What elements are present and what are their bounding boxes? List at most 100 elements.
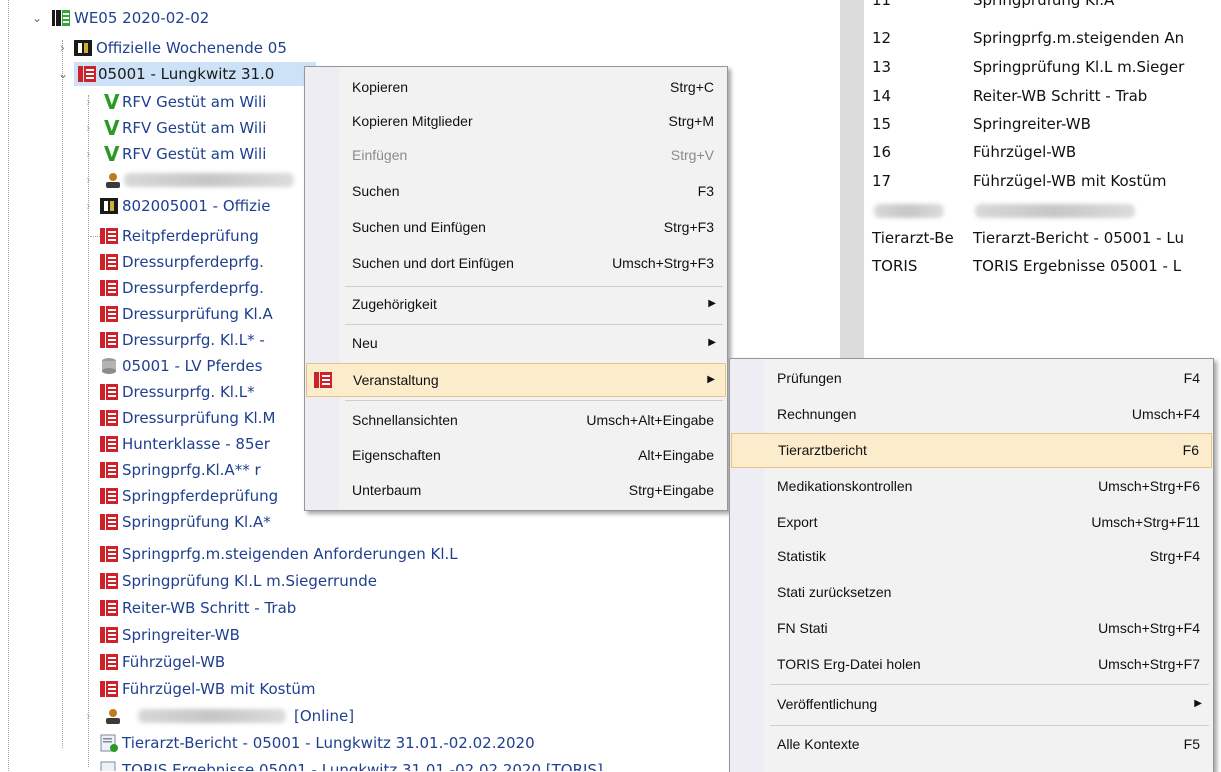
- tree-item-person[interactable]: › [Online]: [0, 703, 500, 729]
- tree-item[interactable]: Springreiter-WB: [0, 622, 500, 648]
- submenu-item-veroeffentlichung[interactable]: Veröffentlichung ▶: [731, 687, 1212, 721]
- submenu-veranstaltung: Prüfungen F4 Rechnungen Umsch+F4 Tierarztb…: [729, 358, 1214, 772]
- tree-item[interactable]: Führzügel-WB mit Kostüm: [0, 676, 500, 702]
- tree-item-label: RFV Gestüt am Wili: [122, 93, 267, 111]
- tree-item[interactable]: Dressurprfg. Kl.L* -: [0, 327, 330, 353]
- menu-item-veranstaltung[interactable]: Veranstaltung ▶: [306, 363, 726, 397]
- tree-item[interactable]: Dressurpferdeprfg.: [0, 275, 330, 301]
- event-group-icon: [52, 10, 70, 26]
- tree-item[interactable]: Springprfg.Kl.A** r: [0, 457, 330, 483]
- submenu-item-fn-stati[interactable]: FN Stati Umsch+Strg+F4: [731, 611, 1212, 645]
- menu-item-zugehoerigkeit[interactable]: Zugehörigkeit ▶: [306, 287, 726, 321]
- redacted-text: [975, 204, 1135, 218]
- submenu-item-alle-kontexte[interactable]: Alle Kontexte F5: [731, 727, 1212, 761]
- tree-item[interactable]: › 802005001 - Offizie: [0, 193, 330, 219]
- menu-item-kopieren[interactable]: Kopieren Strg+C: [306, 70, 726, 104]
- tree-item[interactable]: Dressurprüfung Kl.A: [0, 301, 330, 327]
- tree-item-selected[interactable]: ⌄ 05001 - Lungkwitz 31.0: [0, 61, 330, 87]
- tree-item[interactable]: 05001 - LV Pferdes: [0, 353, 330, 379]
- submenu-item-rechnungen[interactable]: Rechnungen Umsch+F4: [731, 397, 1212, 431]
- menu-item-label: Zugehörigkeit: [352, 296, 437, 312]
- tree-item-person[interactable]: ›: [0, 167, 330, 193]
- tree-item-label: [Online]: [294, 707, 355, 725]
- tree-item[interactable]: Springprfg.m.steigenden Anforderungen Kl…: [0, 541, 500, 567]
- chevron-right-icon[interactable]: ›: [86, 141, 91, 167]
- chevron-down-icon[interactable]: ⌄: [58, 61, 68, 87]
- event-icon: [314, 372, 332, 388]
- list-row[interactable]: 17 Führzügel-WB mit Kostüm: [872, 168, 1167, 194]
- menu-item-neu[interactable]: Neu ▶: [306, 326, 726, 360]
- menu-item-einfuegen[interactable]: Einfügen Strg+V: [306, 138, 726, 172]
- menu-item-shortcut: F6: [1182, 442, 1199, 458]
- tree-item[interactable]: › V RFV Gestüt am Wili: [0, 115, 330, 141]
- tree-item[interactable]: TORIS Ergebnisse 05001 - Lungkwitz 31.01…: [0, 757, 700, 771]
- menu-item-suchen-und-dort-einfuegen[interactable]: Suchen und dort Einfügen Umsch+Strg+F3: [306, 246, 726, 280]
- row-name: TORIS Ergebnisse 05001 - L: [973, 257, 1182, 275]
- list-row[interactable]: Tierarzt-Be Tierarzt-Bericht - 05001 - Lu: [872, 225, 1184, 251]
- list-row[interactable]: TORIS TORIS Ergebnisse 05001 - L: [872, 253, 1181, 279]
- tree-item[interactable]: Tierarzt-Bericht - 05001 - Lungkwitz 31.…: [0, 730, 700, 756]
- menu-item-label: Veranstaltung: [353, 372, 439, 388]
- submenu-arrow-icon: ▶: [707, 374, 715, 385]
- competition-icon: [100, 332, 118, 348]
- menu-item-eigenschaften[interactable]: Eigenschaften Alt+Eingabe: [306, 438, 726, 472]
- menu-item-suchen[interactable]: Suchen F3: [306, 174, 726, 208]
- tree-item[interactable]: Reiter-WB Schritt - Trab: [0, 595, 500, 621]
- tree-item-root[interactable]: ⌄ WE05 2020-02-02: [0, 5, 330, 31]
- redacted-text: [138, 709, 286, 723]
- tree-item[interactable]: Reitpferdeprüfung: [0, 223, 330, 249]
- menu-item-shortcut: Umsch+Strg+F3: [612, 255, 714, 271]
- tree-item-label: Dressurprüfung Kl.A: [122, 305, 273, 323]
- tree-item[interactable]: Springprüfung Kl.A*: [0, 509, 500, 535]
- list-row[interactable]: 12 Springprfg.m.steigenden An: [872, 25, 1184, 51]
- menu-item-shortcut: Strg+C: [670, 79, 714, 95]
- menu-item-label: Statistik: [777, 548, 827, 564]
- tree-item[interactable]: Springpferdeprüfung: [0, 483, 330, 509]
- submenu-item-tierarztbericht[interactable]: Tierarztbericht F6: [731, 433, 1212, 468]
- tree-item[interactable]: Dressurprfg. Kl.L*: [0, 379, 330, 405]
- submenu-item-toris-erg-datei-holen[interactable]: TORIS Erg-Datei holen Umsch+Strg+F7: [731, 647, 1212, 681]
- tree-item[interactable]: Dressurprüfung Kl.M: [0, 405, 330, 431]
- context-menu: Kopieren Strg+C Kopieren Mitglieder Strg+M…: [304, 66, 728, 511]
- row-number: 12: [872, 29, 892, 47]
- tree-item-label: 05001 - Lungkwitz 31.0: [98, 65, 275, 83]
- list-row[interactable]: 11 Springprüfung Kl.A: [872, 0, 1114, 13]
- submenu-item-medikationskontrollen[interactable]: Medikationskontrollen Umsch+Strg+F6: [731, 469, 1212, 503]
- menu-item-kopieren-mitglieder[interactable]: Kopieren Mitglieder Strg+M: [306, 104, 726, 138]
- list-row[interactable]: 15 Springreiter-WB: [872, 111, 1091, 137]
- menu-item-label: TORIS Erg-Datei holen: [777, 656, 921, 672]
- tree-item-label: RFV Gestüt am Wili: [122, 145, 267, 163]
- menu-item-label: FN Stati: [777, 620, 828, 636]
- tree-item[interactable]: Führzügel-WB: [0, 649, 500, 675]
- menu-item-schnellansichten[interactable]: Schnellansichten Umsch+Alt+Eingabe: [306, 403, 726, 437]
- tree-item[interactable]: Hunterklasse - 85er: [0, 431, 330, 457]
- menu-item-label: Suchen und dort Einfügen: [352, 255, 514, 271]
- tree-item[interactable]: › Offizielle Wochenende 05: [0, 35, 330, 61]
- menu-item-suchen-und-einfuegen[interactable]: Suchen und Einfügen Strg+F3: [306, 210, 726, 244]
- tree-item[interactable]: › V RFV Gestüt am Wili: [0, 141, 330, 167]
- chevron-right-icon[interactable]: ›: [86, 703, 91, 729]
- detail-list-pane: 11 Springprüfung Kl.A 12 Springprfg.m.stei…: [840, 0, 1221, 360]
- submenu-item-export[interactable]: Export Umsch+Strg+F11: [731, 505, 1212, 539]
- list-row[interactable]: 13 Springprüfung Kl.L m.Sieger: [872, 54, 1184, 80]
- chevron-right-icon[interactable]: ›: [86, 115, 91, 141]
- list-row[interactable]: 16 Führzügel-WB: [872, 139, 1076, 165]
- tree-item[interactable]: Springprüfung Kl.L m.Siegerrunde: [0, 568, 500, 594]
- menu-item-shortcut: Strg+F4: [1149, 548, 1200, 564]
- submenu-item-stati-zuruecksetzen[interactable]: Stati zurücksetzen: [731, 575, 1212, 609]
- chevron-right-icon[interactable]: ›: [86, 167, 91, 193]
- check-icon: V: [104, 116, 120, 140]
- chevron-down-icon[interactable]: ⌄: [32, 5, 42, 31]
- chevron-right-icon[interactable]: ›: [60, 35, 65, 61]
- splitter[interactable]: [840, 0, 864, 360]
- submenu-item-pruefungen[interactable]: Prüfungen F4: [731, 361, 1212, 395]
- chevron-right-icon[interactable]: ›: [86, 89, 91, 115]
- tree-item[interactable]: › V RFV Gestüt am Wili: [0, 89, 330, 115]
- submenu-item-statistik[interactable]: Statistik Strg+F4: [731, 539, 1212, 573]
- chevron-right-icon[interactable]: ›: [86, 193, 91, 219]
- tree-item[interactable]: Dressurpferdeprfg.: [0, 249, 330, 275]
- menu-item-unterbaum[interactable]: Unterbaum Strg+Eingabe: [306, 473, 726, 507]
- menu-item-label: Suchen und Einfügen: [352, 219, 486, 235]
- menu-separator: [770, 684, 1209, 685]
- list-row[interactable]: 14 Reiter-WB Schritt - Trab: [872, 83, 1147, 109]
